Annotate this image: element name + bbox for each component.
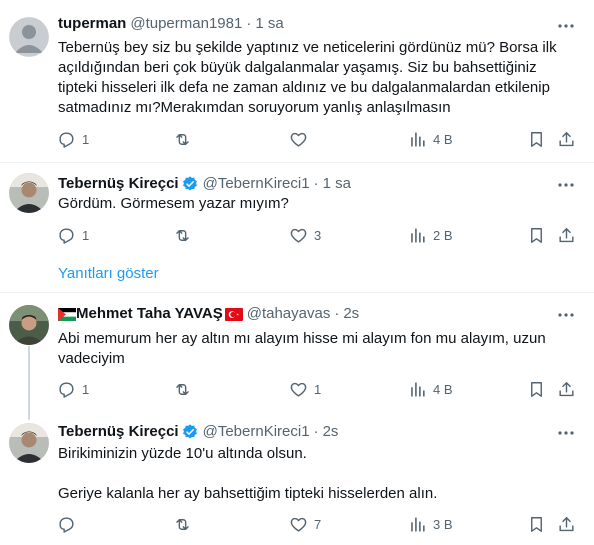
reply-button[interactable] (57, 515, 82, 534)
view-count: 4 B (433, 382, 453, 397)
tweet[interactable]: tuperman @tuperman1981 · 1 sa Tebernüş b… (0, 0, 594, 162)
views-button[interactable]: 4 B (408, 130, 453, 149)
author-name[interactable]: tuperman (58, 14, 126, 34)
reply-count: 1 (82, 132, 90, 147)
avatar[interactable] (9, 173, 49, 213)
author-name[interactable]: Mehmet Taha YAVAŞ (76, 304, 223, 324)
retweet-button[interactable] (173, 380, 198, 399)
tweet-text: Gördüm. Görmesem yazar mıyım? (58, 195, 289, 212)
reply-count: 1 (82, 382, 90, 397)
view-count: 4 B (433, 132, 453, 147)
reply-icon (59, 382, 74, 398)
tweet-text: Abi memurum her ay altın mı alayım hisse… (58, 330, 550, 367)
share-icon (559, 132, 574, 147)
reply-icon (59, 517, 74, 533)
retweet-icon (176, 519, 189, 530)
tweet[interactable]: Mehmet Taha YAVAŞ @tahayavas · 2s Abi me… (0, 293, 594, 410)
avatar[interactable] (9, 305, 49, 345)
timestamp[interactable]: 1 sa (255, 14, 283, 34)
reply-button[interactable]: 1 (57, 226, 89, 245)
show-replies-link[interactable]: Yanıtları göster (58, 265, 159, 282)
share-button[interactable] (557, 380, 576, 399)
retweet-button[interactable] (173, 130, 198, 149)
more-options-icon[interactable] (556, 305, 576, 325)
share-button[interactable] (557, 515, 576, 534)
author-handle[interactable]: @tahayavas (247, 304, 331, 324)
separator-dot: · (313, 423, 319, 440)
share-button[interactable] (557, 226, 576, 245)
share-icon (559, 228, 574, 243)
reply-button[interactable]: 1 (57, 130, 89, 149)
heart-icon (290, 382, 307, 397)
tweet-text: Tebernüş bey siz bu şekilde yaptınız ve … (58, 39, 561, 116)
thread-line (28, 346, 30, 410)
bookmark-button[interactable] (527, 515, 546, 534)
timestamp[interactable]: 2s (323, 422, 339, 442)
like-button[interactable]: 1 (289, 380, 321, 399)
thread-line (28, 410, 30, 420)
retweet-icon (176, 384, 189, 395)
author-name[interactable]: Tebernüş Kireçci (58, 422, 179, 442)
view-count: 2 B (433, 228, 453, 243)
like-button[interactable]: 7 (289, 515, 321, 534)
views-button[interactable]: 3 B (408, 515, 453, 534)
retweet-button[interactable] (173, 515, 198, 534)
more-options-icon[interactable] (556, 16, 576, 36)
timestamp[interactable]: 1 sa (323, 174, 351, 194)
separator-dot: · (246, 15, 252, 32)
heart-icon (290, 132, 307, 147)
timestamp[interactable]: 2s (343, 304, 359, 324)
reply-count: 1 (82, 228, 90, 243)
views-icon (411, 228, 425, 243)
heart-icon (290, 228, 307, 243)
avatar[interactable] (9, 17, 49, 57)
bookmark-icon (531, 132, 542, 147)
like-button[interactable]: 3 (289, 226, 321, 245)
tweet[interactable]: Tebernüş Kireçci @TebernKireci1 · 2s Bir… (0, 410, 594, 545)
reply-icon (59, 132, 74, 148)
author-handle[interactable]: @tuperman1981 (130, 14, 242, 34)
verified-badge-icon (182, 424, 197, 439)
share-button[interactable] (557, 130, 576, 149)
turkey-flag-icon (224, 307, 243, 321)
like-button[interactable] (289, 130, 314, 149)
views-icon (411, 517, 425, 532)
avatar[interactable] (9, 423, 49, 463)
separator-dot: · (313, 175, 319, 192)
bookmark-button[interactable] (527, 380, 546, 399)
heart-icon (290, 517, 307, 532)
views-icon (411, 382, 425, 397)
like-count: 3 (314, 228, 322, 243)
more-options-icon[interactable] (556, 175, 576, 195)
author-name[interactable]: Tebernüş Kireçci (58, 174, 179, 194)
share-icon (559, 517, 574, 532)
retweet-icon (176, 134, 189, 145)
reply-button[interactable]: 1 (57, 380, 89, 399)
retweet-button[interactable] (173, 226, 198, 245)
views-button[interactable]: 2 B (408, 226, 453, 245)
views-button[interactable]: 4 B (408, 380, 453, 399)
author-handle[interactable]: @TebernKireci1 (203, 422, 310, 442)
retweet-icon (176, 230, 189, 241)
view-count: 3 B (433, 517, 453, 532)
bookmark-button[interactable] (527, 130, 546, 149)
more-options-icon[interactable] (556, 423, 576, 443)
separator-dot: · (334, 305, 340, 322)
verified-badge-icon (182, 176, 197, 191)
like-count: 1 (314, 382, 322, 397)
bookmark-icon (531, 517, 542, 532)
bookmark-icon (531, 228, 542, 243)
reply-icon (59, 228, 74, 244)
share-icon (559, 382, 574, 397)
palestine-flag-icon (58, 307, 76, 321)
bookmark-button[interactable] (527, 226, 546, 245)
tweet-text: Birikiminizin yüzde 10'u altında olsun. … (58, 445, 438, 502)
bookmark-icon (531, 382, 542, 397)
like-count: 7 (314, 517, 322, 532)
author-handle[interactable]: @TebernKireci1 (203, 174, 310, 194)
views-icon (411, 132, 425, 147)
